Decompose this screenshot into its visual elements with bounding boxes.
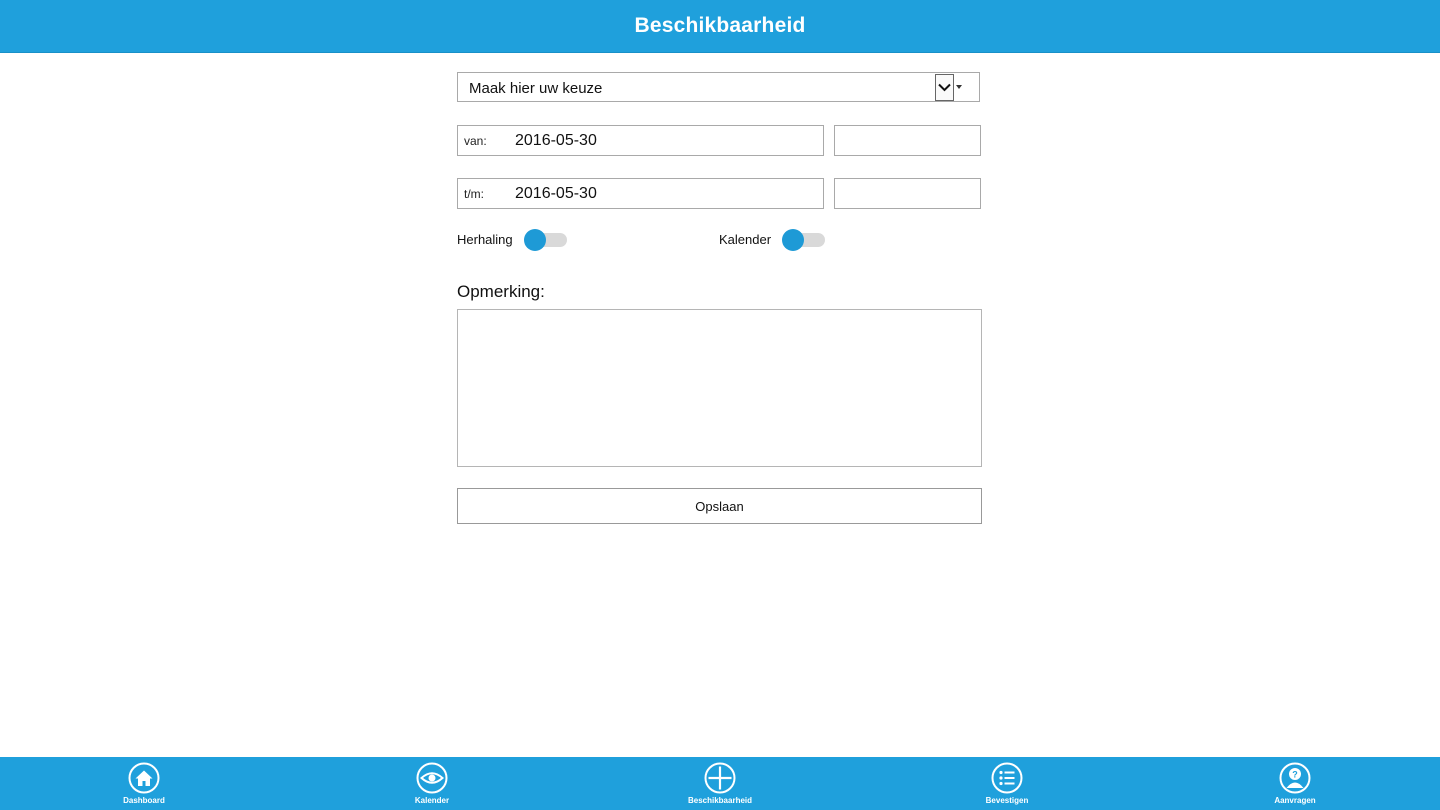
nav-label: Bevestigen <box>985 796 1029 805</box>
toggle-knob <box>524 229 546 251</box>
home-icon <box>128 762 160 794</box>
question-person-icon: ? <box>1279 762 1311 794</box>
nav-label: Aanvragen <box>1274 796 1316 805</box>
chevron-down-icon[interactable] <box>935 74 954 101</box>
caret-down-icon <box>956 85 962 89</box>
from-time-field[interactable] <box>834 125 981 156</box>
to-label: t/m: <box>464 187 484 201</box>
bottom-nav: Dashboard Kalender Beschikbaarheid Beves… <box>0 757 1440 810</box>
nav-label: Dashboard <box>123 796 165 805</box>
nav-item-beschikbaarheid[interactable]: Beschikbaarheid <box>650 757 790 810</box>
nav-item-kalender[interactable]: Kalender <box>362 757 502 810</box>
svg-text:?: ? <box>1292 770 1298 780</box>
type-select-value: Maak hier uw keuze <box>469 80 603 97</box>
from-date-value: 2016-05-30 <box>515 132 597 149</box>
remark-label: Opmerking: <box>457 282 545 301</box>
plus-icon <box>704 762 736 794</box>
nav-item-bevestigen[interactable]: Bevestigen <box>937 757 1077 810</box>
to-date-field[interactable]: t/m: 2016-05-30 <box>457 178 824 209</box>
toggle-knob <box>782 229 804 251</box>
save-button[interactable]: Opslaan <box>457 488 982 524</box>
herhaling-toggle[interactable] <box>524 229 567 251</box>
nav-item-aanvragen[interactable]: ? Aanvragen <box>1225 757 1365 810</box>
nav-item-dashboard[interactable]: Dashboard <box>74 757 214 810</box>
from-date-field[interactable]: van: 2016-05-30 <box>457 125 824 156</box>
remark-textarea[interactable] <box>457 309 982 467</box>
eye-icon <box>416 762 448 794</box>
app-header: Beschikbaarheid <box>0 0 1440 53</box>
nav-label: Kalender <box>414 796 450 805</box>
page-title: Beschikbaarheid <box>634 14 806 37</box>
to-time-field[interactable] <box>834 178 981 209</box>
kalender-toggle[interactable] <box>782 229 825 251</box>
from-label: van: <box>464 134 487 148</box>
herhaling-label: Herhaling <box>457 232 513 247</box>
kalender-label: Kalender <box>719 232 772 247</box>
type-select[interactable]: Maak hier uw keuze <box>457 72 980 102</box>
to-date-value: 2016-05-30 <box>515 185 597 202</box>
list-icon <box>991 762 1023 794</box>
nav-label: Beschikbaarheid <box>687 796 753 805</box>
